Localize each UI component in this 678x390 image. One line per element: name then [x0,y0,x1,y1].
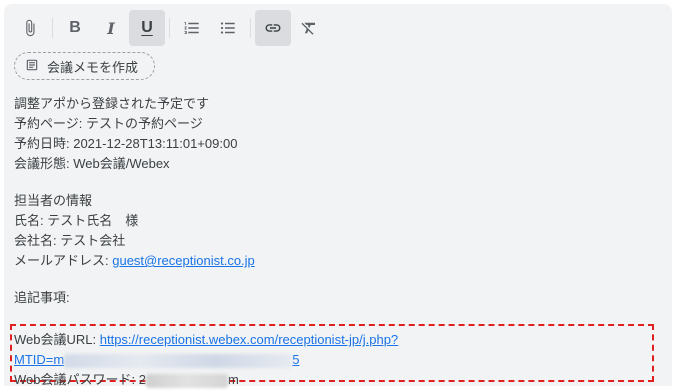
italic-button[interactable]: I [93,10,129,46]
web-meeting-url-continued[interactable]: MTID=m 5 [14,350,398,370]
highlight-box: Web会議URL: https://receptionist.webex.com… [10,324,654,388]
clear-formatting-icon [300,19,318,37]
link-button[interactable] [255,10,291,46]
web-meeting-url-link-suffix[interactable]: 5 [292,352,299,367]
clear-format-button[interactable] [291,10,327,46]
email-label: メールアドレス: [14,253,113,268]
toolbar-divider [169,18,170,38]
booking-page-line: 予約ページ: テストの予約ページ [14,116,203,131]
web-meeting-password-line: Web会議パスワード: 2 m [14,370,398,390]
web-meeting-url-link[interactable]: https://receptionist.webex.com/reception… [100,332,398,347]
formatting-toolbar: B I U [12,10,327,46]
meeting-type-line: 会議形態: Web会議/Webex [14,156,170,171]
create-meeting-notes-label: 会議メモを作成 [47,59,139,75]
redacted-id-blur [64,353,293,368]
underline-button[interactable]: U [129,10,165,46]
description-editor[interactable]: B I U 会議メモを作成 調整アポから登録された予定です 予約ページ: テスト… [4,4,672,388]
email-link[interactable]: guest@receptionist.co.jp [112,253,255,268]
numbered-list-icon [183,19,201,37]
redacted-password-blur [145,373,228,388]
notes-label: 追記事項: [14,290,70,305]
numbered-list-button[interactable] [174,10,210,46]
bulleted-list-button[interactable] [210,10,246,46]
description-line: 調整アポから登録された予定です [14,96,210,111]
event-description: 調整アポから登録された予定です 予約ページ: テストの予約ページ 予約日時: 2… [14,94,662,308]
attach-button[interactable] [12,10,48,46]
web-meeting-url-link-prefix[interactable]: MTID=m [14,352,64,367]
name-line: 氏名: テスト氏名 様 [14,213,139,228]
bold-button[interactable]: B [57,10,93,46]
underline-icon: U [141,19,153,36]
web-meeting-password-suffix: m [227,372,239,387]
toolbar-divider [250,18,251,38]
web-meeting-url-line: Web会議URL: https://receptionist.webex.com… [14,330,398,350]
paperclip-icon [21,19,39,37]
create-meeting-notes-button[interactable]: 会議メモを作成 [14,52,156,80]
notes-icon [25,58,39,75]
email-line: メールアドレス: guest@receptionist.co.jp [14,251,662,271]
link-icon [264,19,282,37]
web-meeting-password-label: Web会議パスワード: 2 [14,372,146,387]
web-meeting-url-label: Web会議URL: [14,332,100,347]
staff-info-heading: 担当者の情報 [14,193,93,208]
italic-icon: I [107,18,115,38]
bulleted-list-icon [219,19,237,37]
bold-icon: B [69,19,81,36]
booking-datetime-line: 予約日時: 2021-12-28T13:11:01+09:00 [14,136,238,151]
toolbar-divider [52,18,53,38]
company-line: 会社名: テスト会社 [14,233,126,248]
